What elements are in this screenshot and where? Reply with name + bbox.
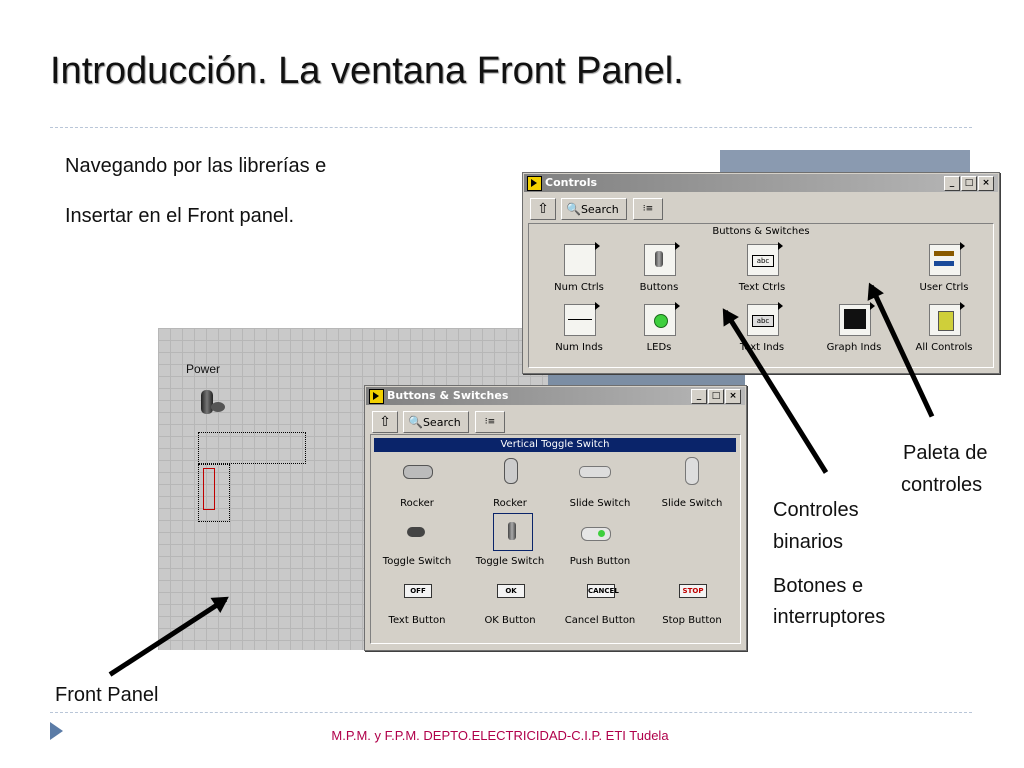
search-icon: 🔍 <box>408 415 423 429</box>
user-ctrls-label: User Ctrls <box>919 282 969 293</box>
toggle-glyph <box>655 251 663 267</box>
search-button[interactable]: 🔍Search <box>561 198 627 220</box>
callout-palette-2: controles <box>901 474 983 496</box>
graph-glyph <box>844 309 866 329</box>
text-indicator-glyph: abc <box>752 315 774 327</box>
led-glyph <box>654 314 668 328</box>
close-icon[interactable]: × <box>725 389 741 404</box>
text-inds-icon[interactable]: abc <box>747 302 783 336</box>
slide-switch-label: Slide Switch <box>569 498 631 509</box>
vertical-toggle-switch-icon <box>508 522 516 540</box>
vertical-rocker-icon[interactable] <box>504 458 518 484</box>
maximize-icon[interactable]: □ <box>708 389 724 404</box>
push-button-led <box>598 530 605 537</box>
footer-separator <box>50 712 972 713</box>
shelf-glyph-2 <box>934 261 954 266</box>
vertical-toggle-switch-selected[interactable] <box>493 513 533 551</box>
power-toggle-base <box>211 402 225 412</box>
ok-button-label: OK Button <box>484 615 536 626</box>
leds-icon[interactable] <box>644 302 680 336</box>
view-options-icon[interactable]: ⁝≡ <box>633 198 663 220</box>
footer-credit: M.P.M. y F.P.M. DEPTO.ELECTRICIDAD-C.I.P… <box>331 728 669 743</box>
text-button-label: Text Button <box>388 615 446 626</box>
text-ctrls-icon[interactable]: abc <box>747 242 783 276</box>
graph-inds-label: Graph Inds <box>826 342 882 353</box>
push-button-icon[interactable] <box>581 527 611 541</box>
intro-line-2: Insertar en el Front panel. <box>65 205 295 227</box>
placement-outline <box>203 468 215 510</box>
text-inds-label: Text Inds <box>739 342 785 353</box>
callout-palette-1: Paleta de <box>903 442 988 464</box>
shelf-glyph <box>934 251 954 256</box>
slide-switch-label-2: Slide Switch <box>661 498 723 509</box>
callout-binary-1: Controles <box>773 499 859 521</box>
title-separator <box>50 127 972 128</box>
up-arrow-icon[interactable]: ⇧ <box>530 198 556 220</box>
user-ctrls-icon[interactable] <box>929 242 965 276</box>
toggle-switch-label: Toggle Switch <box>382 556 452 567</box>
cancel-button-icon[interactable]: CANCEL <box>587 584 619 598</box>
buttons-palette: Vertical Toggle Switch Rocker Rocker Sli… <box>370 434 741 644</box>
push-button-label: Push Button <box>569 556 631 567</box>
controls-title: Controls <box>545 176 598 189</box>
intro-line-1: Navegando por las librerías e <box>65 155 327 177</box>
minimize-icon[interactable]: _ <box>691 389 707 404</box>
callout-buttons-1: Botones e <box>773 575 864 597</box>
controls-palette: Buttons & Switches Num Ctrls Buttons abc… <box>528 223 994 368</box>
num-ctrls-icon[interactable] <box>564 242 600 276</box>
slide-switch-icon[interactable] <box>579 466 611 478</box>
rocker-label: Rocker <box>400 498 434 509</box>
callout-buttons-2: interruptores <box>773 606 886 628</box>
controls-titlebar[interactable]: Controls _ □ × <box>524 174 998 192</box>
toggle-switch-icon[interactable] <box>407 527 425 537</box>
stop-button-icon[interactable]: STOP <box>679 584 707 598</box>
text-button-icon[interactable]: OFF <box>404 584 432 598</box>
maximize-icon[interactable]: □ <box>961 176 977 191</box>
close-icon[interactable]: × <box>978 176 994 191</box>
power-label: Power <box>186 362 221 376</box>
text-field-glyph: abc <box>752 255 774 267</box>
num-ctrls-label: Num Ctrls <box>554 282 604 293</box>
view-options-icon[interactable]: ⁝≡ <box>475 411 505 433</box>
rocker-icon[interactable] <box>403 465 433 479</box>
stop-button-label: Stop Button <box>662 615 722 626</box>
selected-item-banner: Vertical Toggle Switch <box>374 438 736 452</box>
graph-inds-icon[interactable] <box>839 302 875 336</box>
search-label: Search <box>422 416 461 429</box>
toggle-switch-label-2: Toggle Switch <box>475 556 545 567</box>
power-toggle-switch[interactable] <box>201 390 213 414</box>
leds-label: LEDs <box>646 342 672 353</box>
vertical-slide-switch-icon[interactable] <box>685 457 699 485</box>
buttons-titlebar[interactable]: Buttons & Switches _ □ × <box>366 387 745 405</box>
num-inds-label: Num Inds <box>555 342 603 353</box>
labview-icon <box>369 389 384 404</box>
labview-icon <box>527 176 542 191</box>
buttons-icon[interactable] <box>644 242 680 276</box>
buttons-title: Buttons & Switches <box>387 389 509 402</box>
rocker-label-2: Rocker <box>493 498 527 509</box>
cancel-button-label: Cancel Button <box>564 615 636 626</box>
selection-marquee <box>198 432 306 464</box>
search-icon: 🔍 <box>566 202 581 216</box>
callout-front-panel: Front Panel <box>55 684 159 706</box>
search-label: Search <box>580 203 619 216</box>
all-controls-label: All Controls <box>915 342 973 353</box>
controls-window[interactable]: Controls _ □ × ⇧ 🔍Search ⁝≡ Buttons & Sw… <box>522 172 1000 374</box>
text-ctrls-label: Text Ctrls <box>738 282 786 293</box>
buttons-switches-window[interactable]: Buttons & Switches _ □ × ⇧ 🔍Search ⁝≡ Ve… <box>364 385 747 651</box>
callout-binary-2: binarios <box>773 531 844 553</box>
num-inds-icon[interactable] <box>564 302 600 336</box>
buttons-label: Buttons <box>639 282 679 293</box>
minimize-icon[interactable]: _ <box>944 176 960 191</box>
palette-heading: Buttons & Switches <box>712 226 810 237</box>
all-controls-glyph <box>938 311 954 331</box>
search-button[interactable]: 🔍Search <box>403 411 469 433</box>
ok-button-icon[interactable]: OK <box>497 584 525 598</box>
all-controls-icon[interactable] <box>929 302 965 336</box>
slider-glyph <box>568 319 592 320</box>
up-arrow-icon[interactable]: ⇧ <box>372 411 398 433</box>
slide-title: Introducción. La ventana Front Panel. <box>50 50 684 92</box>
